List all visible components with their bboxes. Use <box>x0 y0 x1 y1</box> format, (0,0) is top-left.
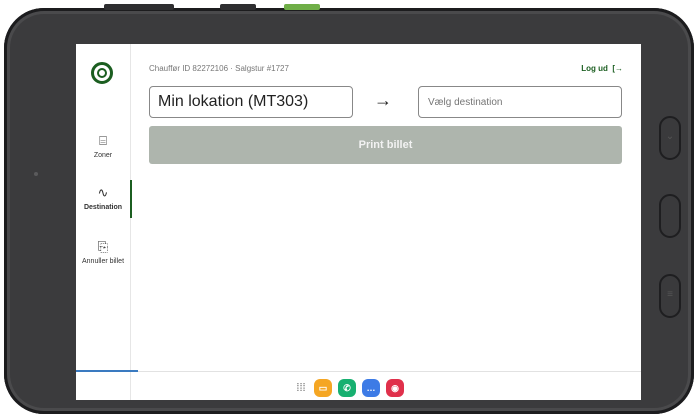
arrow-right-icon: → <box>374 90 392 110</box>
hardware-button-accent <box>284 4 320 10</box>
driver-info: Chauffør ID 82272106 · Salgstur #1727 <box>149 64 289 73</box>
receipt-cancel-icon: ⎘ <box>97 239 109 254</box>
logout-icon: [→ <box>610 64 623 73</box>
route-icon: ∿ <box>97 185 109 200</box>
sidebar-item-label: Zoner <box>93 152 113 159</box>
print-ticket-button[interactable]: Print billet <box>149 126 622 164</box>
camera-icon[interactable]: ◉ <box>386 379 404 397</box>
sidebar-item-destination[interactable]: ∿ Destination <box>76 180 132 218</box>
hardware-volume-button <box>104 4 174 10</box>
divider <box>76 371 641 372</box>
messages-icon[interactable]: … <box>362 379 380 397</box>
ticket-icon: ⌸ <box>99 133 107 148</box>
app-logo-icon <box>91 62 113 84</box>
sidebar-item-annuller-billet[interactable]: ⎘ Annuller billet <box>76 240 130 266</box>
sidebar-item-zoner[interactable]: ⌸ Zoner <box>76 134 130 160</box>
sidebar: ⌸ Zoner ∿ Destination ⎘ Annuller billet <box>76 44 132 400</box>
phone-icon[interactable]: ✆ <box>338 379 356 397</box>
sidebar-item-label: Destination <box>83 204 123 211</box>
scroll-indicator <box>76 370 138 372</box>
app-drawer-icon[interactable]: ⁞⁞⁞ <box>294 382 308 394</box>
folder-icon[interactable]: ▭ <box>314 379 332 397</box>
logout-label: Log ud <box>581 64 608 73</box>
destination-input[interactable] <box>418 86 622 118</box>
hardware-button <box>220 4 256 10</box>
app-dock: ⁞⁞⁞ ▭ ✆ … ◉ <box>294 378 404 398</box>
camera-dot <box>34 172 38 176</box>
hardware-home-button[interactable] <box>659 194 681 238</box>
tablet-device: ⌄ ≡ ⌸ Zoner ∿ Destination ⎘ Annuller bil… <box>4 4 694 414</box>
hardware-back-button[interactable]: ⌄ <box>659 116 681 160</box>
logout-button[interactable]: Log ud [→ <box>581 64 623 73</box>
hardware-recents-button[interactable]: ≡ <box>659 274 681 318</box>
sidebar-item-label: Annuller billet <box>81 258 125 265</box>
origin-field[interactable]: Min lokation (MT303) <box>149 86 353 118</box>
app-screen: ⌸ Zoner ∿ Destination ⎘ Annuller billet … <box>76 44 641 400</box>
